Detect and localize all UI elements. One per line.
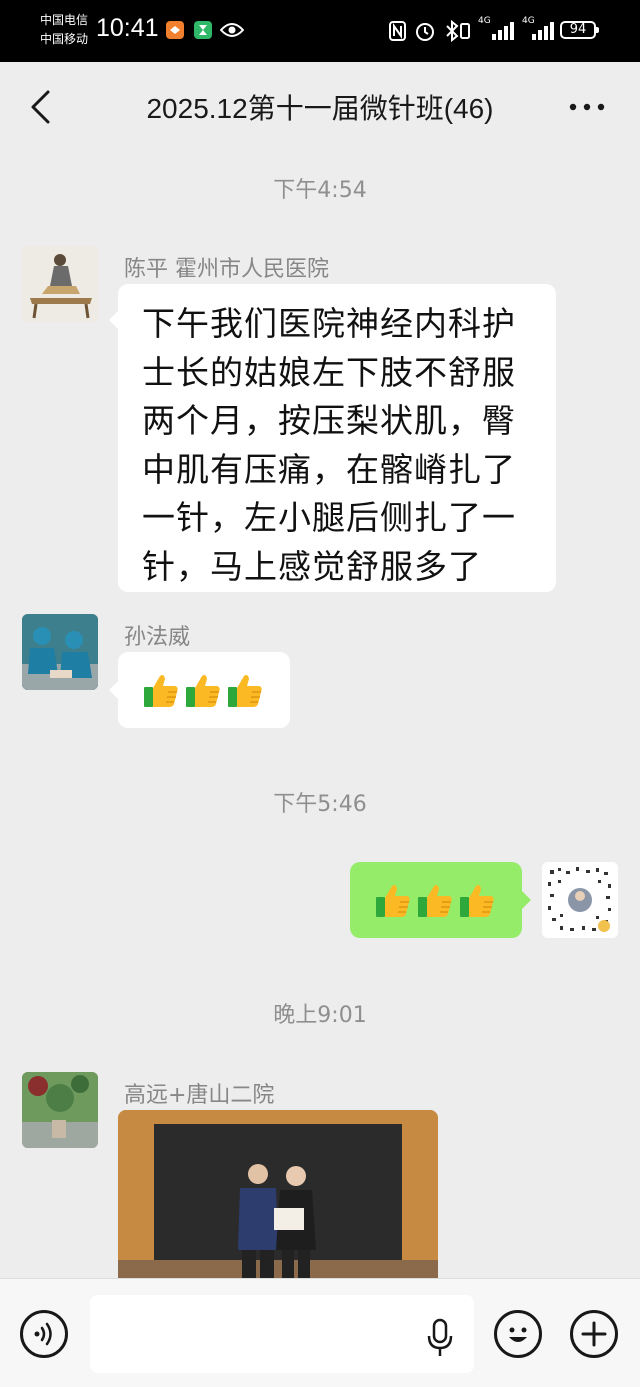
bluetooth-vibrate-icon: [446, 19, 470, 43]
thumbs-up-icon: [144, 675, 178, 707]
signal-strength-2-icon: [532, 22, 554, 40]
more-actions-button[interactable]: [570, 1310, 618, 1358]
bubble-tail: [109, 680, 119, 700]
app-notification-icon: [166, 21, 184, 39]
thumbs-up-icon: [418, 885, 452, 917]
emoji-button[interactable]: [494, 1310, 542, 1358]
voice-icon: [34, 1322, 52, 1346]
message-bubble[interactable]: 下午我们医院神经内科护 士长的姑娘左下肢不舒服 两个月，按压梨状肌，臀 中肌有压…: [109, 284, 556, 592]
avatar[interactable]: [22, 614, 98, 690]
clock: 10:41: [96, 14, 159, 42]
emoji-row: [142, 671, 268, 713]
bubble-tail: [109, 310, 119, 330]
carrier-2-label: 中国移动: [40, 32, 89, 46]
carrier-info: 中国电信 中国移动: [40, 11, 88, 49]
image-message[interactable]: [118, 1110, 438, 1278]
sender-name: 陈平 霍州市人民医院: [124, 257, 329, 282]
microphone-icon[interactable]: [425, 1318, 455, 1358]
eye-icon: [220, 23, 244, 37]
message-text: 下午我们医院神经内科护 士长的姑娘左下肢不舒服 两个月，按压梨状肌，臀 中肌有压…: [142, 304, 516, 586]
avatar[interactable]: [22, 246, 98, 322]
thumbs-up-icon: [186, 675, 220, 707]
chat-title: 2025.12第十一届微针班(46): [146, 93, 494, 124]
nfc-icon: [389, 21, 406, 41]
battery-indicator: 94: [560, 21, 599, 39]
thumbs-up-icon: [460, 885, 494, 917]
timestamp: 晚上9:01: [273, 1003, 367, 1028]
sender-name: 孙法威: [124, 625, 191, 650]
avatar[interactable]: [542, 862, 618, 938]
chat-header: 2025.12第十一届微针班(46): [0, 62, 640, 152]
timestamp: 下午4:54: [273, 178, 367, 203]
signal-strength-1-icon: [492, 22, 514, 40]
message-input-bar: [0, 1278, 640, 1387]
timestamp: 下午5:46: [273, 792, 367, 817]
bubble-tail: [521, 890, 531, 910]
plus-icon: [581, 1321, 607, 1347]
message-bubble[interactable]: [109, 652, 290, 728]
thumbs-up-icon: [376, 885, 410, 917]
thumbs-up-icon: [228, 675, 262, 707]
alarm-icon: [416, 23, 434, 41]
voice-mode-button[interactable]: [20, 1310, 68, 1358]
avatar[interactable]: [22, 1072, 98, 1148]
message-text-field[interactable]: [90, 1295, 474, 1373]
sender-name: 高远+唐山二院: [124, 1083, 275, 1108]
message-bubble[interactable]: [350, 862, 531, 938]
emoji-row: [374, 881, 500, 923]
smiley-icon: [509, 1327, 527, 1342]
hourglass-icon: [194, 21, 212, 39]
status-bar: 中国电信 中国移动 10:41 4G 4G 94: [0, 0, 640, 62]
carrier-1-label: 中国电信: [40, 13, 89, 27]
more-options-icon[interactable]: [568, 100, 606, 114]
